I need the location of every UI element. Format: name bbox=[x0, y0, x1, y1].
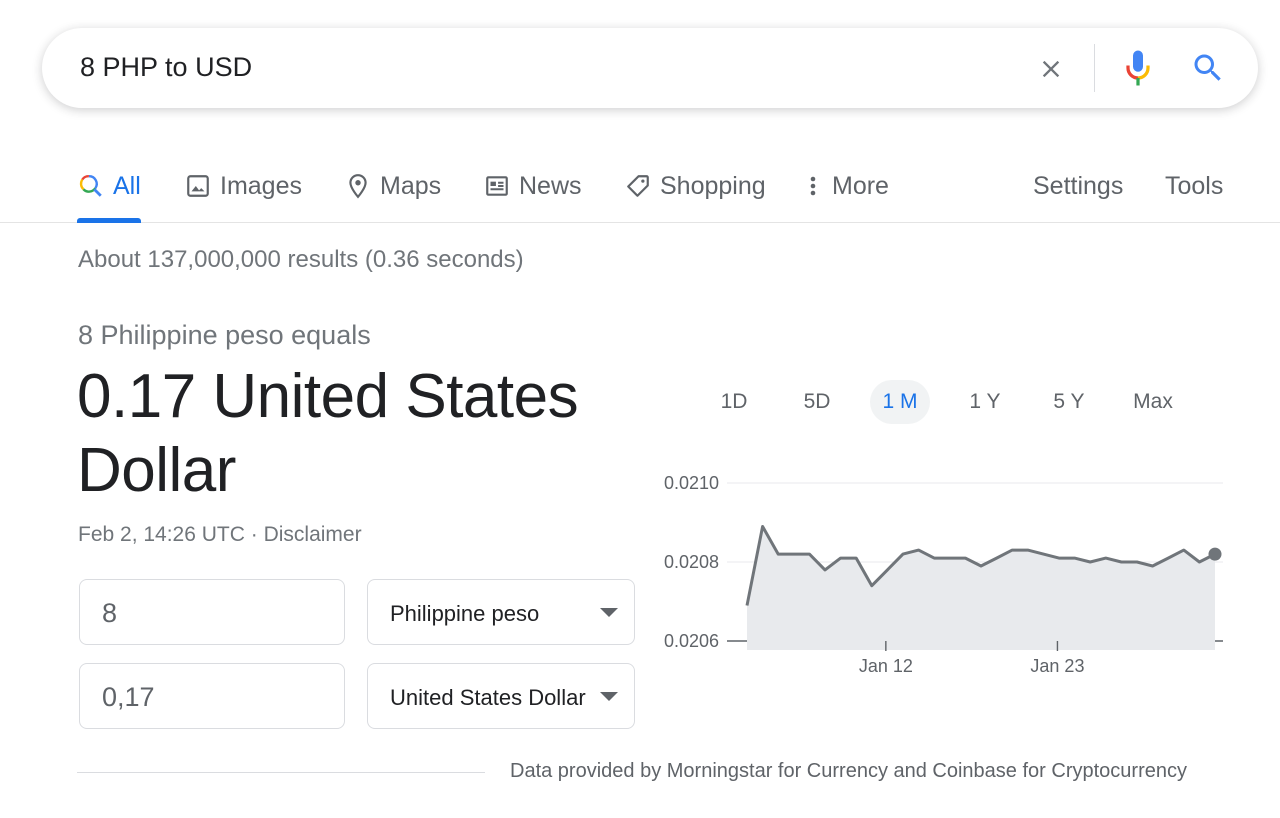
dropdown-arrow-icon bbox=[600, 692, 618, 701]
range-1d[interactable]: 1D bbox=[706, 380, 762, 424]
tab-label: Images bbox=[220, 171, 302, 200]
from-currency-select[interactable]: Philippine peso bbox=[367, 579, 635, 645]
more-vert-icon bbox=[802, 172, 824, 200]
conversion-equals-label: 8 Philippine peso equals bbox=[78, 320, 371, 350]
settings-link[interactable]: Settings bbox=[1033, 166, 1123, 206]
chart-area bbox=[747, 526, 1215, 650]
voice-search-button[interactable] bbox=[1120, 48, 1156, 88]
tab-all[interactable]: All bbox=[77, 166, 141, 206]
disclaimer-link[interactable]: Disclaimer bbox=[264, 523, 362, 546]
tab-label: More bbox=[832, 171, 889, 200]
tools-link[interactable]: Tools bbox=[1165, 166, 1223, 206]
range-1y[interactable]: 1 Y bbox=[956, 380, 1014, 424]
search-button[interactable] bbox=[1188, 48, 1228, 88]
active-tab-indicator bbox=[77, 218, 141, 223]
chart-current-point bbox=[1208, 547, 1222, 561]
mic-icon bbox=[1126, 50, 1150, 86]
range-max[interactable]: Max bbox=[1124, 380, 1182, 424]
range-5d[interactable]: 5D bbox=[790, 380, 844, 424]
to-currency-select[interactable]: United States Dollar bbox=[367, 663, 635, 729]
x-tick-label: Jan 23 bbox=[1030, 656, 1084, 676]
close-icon bbox=[1042, 60, 1060, 78]
tab-news[interactable]: News bbox=[483, 166, 582, 206]
footer-divider bbox=[77, 772, 485, 773]
tab-label: Shopping bbox=[660, 171, 766, 200]
clear-search-button[interactable] bbox=[1032, 50, 1070, 88]
y-tick-label: 0.0210 bbox=[664, 473, 719, 493]
map-pin-icon bbox=[344, 172, 372, 200]
range-5y[interactable]: 5 Y bbox=[1040, 380, 1098, 424]
chart-range-selector: 1D 5D 1 M 1 Y 5 Y Max bbox=[700, 380, 1200, 424]
data-attribution: Data provided by Morningstar for Currenc… bbox=[510, 760, 1187, 782]
y-tick-label: 0.0206 bbox=[664, 631, 719, 651]
from-currency-label: Philippine peso bbox=[390, 601, 540, 626]
tab-images[interactable]: Images bbox=[184, 166, 302, 206]
conversion-result-line-1: 0.17 United States bbox=[77, 362, 579, 431]
tab-shopping[interactable]: Shopping bbox=[624, 166, 766, 206]
search-icon bbox=[77, 172, 105, 200]
conversion-timestamp: Feb 2, 14:26 UTC · Disclaimer bbox=[78, 523, 362, 547]
result-stats: About 137,000,000 results (0.36 seconds) bbox=[78, 246, 524, 273]
tag-icon bbox=[624, 172, 652, 200]
search-icon bbox=[1194, 54, 1221, 81]
search-divider bbox=[1094, 44, 1095, 92]
tab-label: All bbox=[113, 171, 141, 200]
exchange-rate-chart[interactable]: 0.0210 0.0208 0.0206 Jan 12 Jan 23 bbox=[650, 460, 1230, 690]
search-input[interactable]: 8 PHP to USD bbox=[80, 52, 252, 83]
timestamp-text: Feb 2, 14:26 UTC · bbox=[78, 523, 264, 546]
x-tick-label: Jan 12 bbox=[859, 656, 913, 676]
to-amount-input[interactable]: 0,17 bbox=[79, 663, 345, 729]
from-amount-input[interactable]: 8 bbox=[79, 579, 345, 645]
tab-maps[interactable]: Maps bbox=[344, 166, 441, 206]
dropdown-arrow-icon bbox=[600, 608, 618, 617]
tab-more[interactable]: More bbox=[802, 166, 889, 206]
range-1m[interactable]: 1 M bbox=[870, 380, 930, 424]
tab-label: News bbox=[519, 171, 582, 200]
search-box[interactable]: 8 PHP to USD bbox=[42, 28, 1258, 108]
conversion-result-line-2: Dollar bbox=[77, 436, 236, 505]
image-icon bbox=[184, 172, 212, 200]
search-tabs: All Images Maps News Shopping More Setti… bbox=[0, 150, 1280, 223]
tab-label: Maps bbox=[380, 171, 442, 200]
to-currency-label: United States Dollar bbox=[390, 685, 586, 710]
conversion-result: 0.17 United States Dollar bbox=[77, 360, 637, 508]
newspaper-icon bbox=[483, 172, 511, 200]
y-tick-label: 0.0208 bbox=[664, 552, 719, 572]
